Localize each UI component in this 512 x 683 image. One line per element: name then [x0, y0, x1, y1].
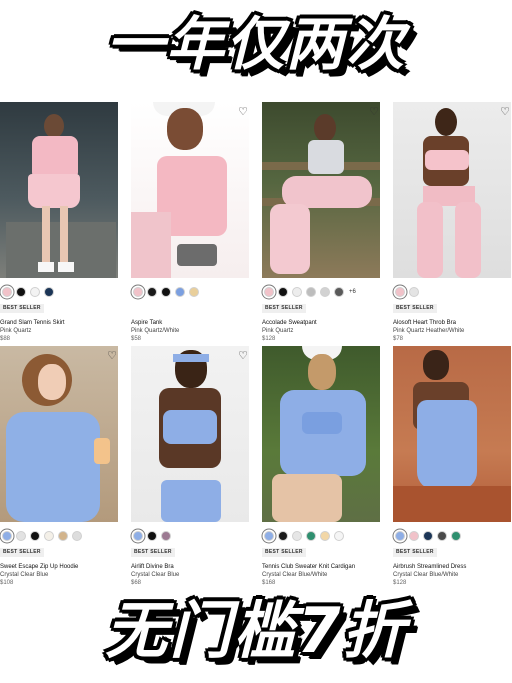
best-seller-badge: BEST SELLER	[262, 548, 306, 557]
color-swatch[interactable]	[16, 287, 26, 297]
product-color: Pink Quartz Heather/White	[393, 328, 465, 334]
color-swatches	[2, 286, 54, 298]
color-swatch[interactable]	[133, 531, 143, 541]
best-seller-badge: BEST SELLER	[131, 548, 175, 557]
color-swatch[interactable]	[264, 287, 274, 297]
wishlist-heart-icon[interactable]: ♡	[368, 106, 380, 118]
color-swatch[interactable]	[30, 531, 40, 541]
color-swatch[interactable]	[44, 287, 54, 297]
color-swatch[interactable]	[16, 531, 26, 541]
product-price: $128	[262, 336, 276, 342]
best-seller-badge: BEST SELLER	[393, 304, 437, 313]
color-swatch[interactable]	[44, 531, 54, 541]
color-swatch[interactable]	[409, 287, 419, 297]
color-swatch[interactable]	[72, 531, 82, 541]
color-swatch[interactable]	[147, 287, 157, 297]
product-color: Pink Quartz	[262, 328, 294, 334]
color-swatch[interactable]	[30, 287, 40, 297]
color-swatch[interactable]	[409, 531, 419, 541]
wishlist-heart-icon[interactable]: ♡	[499, 106, 511, 118]
color-swatch[interactable]	[451, 531, 461, 541]
bottom-banner-text: 无门槛7折	[105, 594, 407, 667]
color-swatch[interactable]	[437, 531, 447, 541]
color-swatches: +6	[264, 286, 356, 298]
more-colors-link[interactable]: +6	[349, 289, 356, 295]
color-swatch[interactable]	[2, 287, 12, 297]
color-swatch[interactable]	[147, 531, 157, 541]
product-name[interactable]: Alosoft Heart Throb Bra	[393, 319, 512, 327]
top-banner: 一年仅两次	[0, 4, 512, 88]
color-swatch[interactable]	[161, 531, 171, 541]
color-swatch[interactable]	[292, 287, 302, 297]
product-photo[interactable]	[262, 102, 380, 278]
color-swatch[interactable]	[395, 287, 405, 297]
color-swatches	[133, 286, 199, 298]
product-name[interactable]: Sweet Escape Zip Up Hoodie	[0, 563, 122, 571]
product-name[interactable]: Aspire Tank	[131, 319, 253, 327]
color-swatch[interactable]	[423, 531, 433, 541]
color-swatch[interactable]	[320, 531, 330, 541]
best-seller-badge: BEST SELLER	[262, 304, 306, 313]
product-photo[interactable]	[131, 102, 249, 278]
top-banner-text: 一年仅两次	[105, 10, 406, 78]
color-swatch[interactable]	[2, 531, 12, 541]
product-photo[interactable]	[262, 346, 380, 522]
product-photo[interactable]	[0, 346, 118, 522]
product-name[interactable]: Accolade Sweatpant	[262, 319, 384, 327]
product-price: $128	[393, 580, 407, 586]
product-name[interactable]: Airlift Divine Bra	[131, 563, 253, 571]
product-photo[interactable]	[393, 346, 511, 522]
product-color: Pink Quartz	[0, 328, 32, 334]
color-swatch[interactable]	[278, 287, 288, 297]
product-price: $58	[131, 336, 142, 342]
color-swatch[interactable]	[189, 287, 199, 297]
wishlist-heart-icon[interactable]: ♡	[237, 350, 249, 362]
product-color: Pink Quartz/White	[131, 328, 180, 334]
color-swatch[interactable]	[278, 531, 288, 541]
color-swatch[interactable]	[334, 531, 344, 541]
color-swatch[interactable]	[58, 531, 68, 541]
color-swatch[interactable]	[320, 287, 330, 297]
color-swatch[interactable]	[133, 287, 143, 297]
product-price: $88	[0, 336, 11, 342]
color-swatches	[395, 530, 461, 542]
color-swatch[interactable]	[334, 287, 344, 297]
product-color: Crystal Clear Blue	[131, 572, 180, 578]
product-color: Crystal Clear Blue/White	[262, 572, 328, 578]
best-seller-badge: BEST SELLER	[0, 548, 44, 557]
color-swatch[interactable]	[292, 531, 302, 541]
product-photo[interactable]	[393, 102, 511, 278]
color-swatch[interactable]	[161, 287, 171, 297]
color-swatch[interactable]	[395, 531, 405, 541]
wishlist-heart-icon[interactable]: ♡	[237, 106, 249, 118]
product-color: Crystal Clear Blue	[0, 572, 49, 578]
product-price: $68	[131, 580, 142, 586]
best-seller-badge: BEST SELLER	[393, 548, 437, 557]
color-swatch[interactable]	[306, 531, 316, 541]
product-color: Crystal Clear Blue/White	[393, 572, 459, 578]
color-swatches	[2, 530, 82, 542]
bottom-banner: 无门槛7折	[0, 588, 512, 678]
product-name[interactable]: Grand Slam Tennis Skirt	[0, 319, 122, 327]
product-photo[interactable]	[0, 102, 118, 278]
wishlist-heart-icon[interactable]: ♡	[106, 350, 118, 362]
product-price: $78	[393, 336, 404, 342]
product-photo[interactable]	[131, 346, 249, 522]
color-swatch[interactable]	[175, 287, 185, 297]
color-swatch[interactable]	[306, 287, 316, 297]
color-swatches	[133, 530, 171, 542]
product-name[interactable]: Airbrush Streamlined Dress	[393, 563, 512, 571]
product-name[interactable]: Tennis Club Sweater Knit Cardigan	[262, 563, 384, 571]
product-price: $168	[262, 580, 276, 586]
color-swatches	[395, 286, 419, 298]
product-price: $108	[0, 580, 14, 586]
color-swatches	[264, 530, 344, 542]
best-seller-badge: BEST SELLER	[0, 304, 44, 313]
color-swatch[interactable]	[264, 531, 274, 541]
